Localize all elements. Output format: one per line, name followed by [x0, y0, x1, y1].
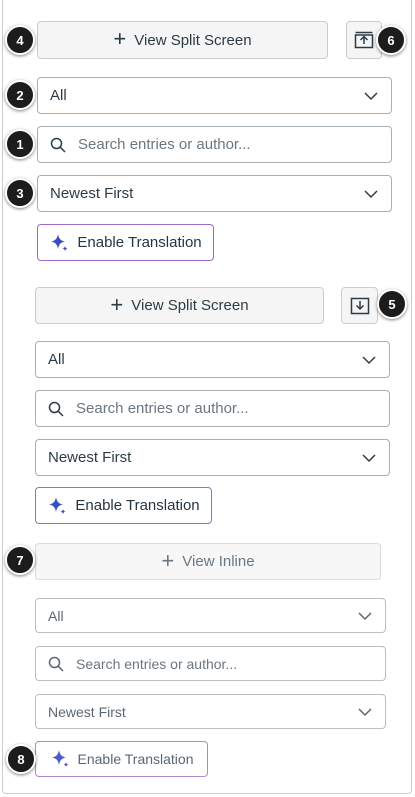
sort-select-value: Newest First — [48, 703, 126, 720]
search-input[interactable] — [74, 654, 373, 673]
view-split-screen-button[interactable]: + View Split Screen — [37, 21, 328, 59]
search-field[interactable] — [35, 646, 386, 681]
sparkle-icon — [49, 496, 66, 514]
upload-icon — [354, 31, 374, 49]
sparkle-icon — [51, 750, 69, 768]
filter-select[interactable]: All — [37, 77, 392, 114]
callout-badge-1: 1 — [5, 129, 35, 159]
filter-select[interactable]: All — [35, 341, 390, 378]
search-field[interactable] — [37, 126, 392, 163]
enable-translation-button[interactable]: Enable Translation — [35, 487, 212, 524]
enable-translation-label: Enable Translation — [77, 751, 194, 767]
plus-icon: + — [113, 26, 127, 51]
enable-translation-button[interactable]: Enable Translation — [35, 741, 208, 777]
callout-badge-5: 5 — [377, 289, 407, 319]
sort-select-value: Newest First — [48, 449, 132, 466]
search-icon — [50, 137, 66, 153]
callout-badge-6: 6 — [376, 25, 406, 55]
search-input[interactable] — [74, 399, 377, 418]
view-split-screen-label: View Split Screen — [131, 297, 249, 314]
download-icon — [350, 297, 369, 314]
search-input[interactable] — [76, 135, 379, 154]
view-inline-button[interactable]: + View Inline — [35, 543, 381, 580]
callout-badge-2: 2 — [5, 80, 35, 110]
download-button[interactable] — [341, 287, 378, 324]
chevron-down-icon — [362, 355, 376, 364]
sort-select[interactable]: Newest First — [35, 694, 386, 729]
chevron-down-icon — [364, 91, 378, 100]
sort-select[interactable]: Newest First — [37, 175, 392, 212]
callout-badge-7: 7 — [5, 545, 35, 575]
callout-badge-4: 4 — [5, 25, 35, 55]
callout-badge-3: 3 — [5, 178, 35, 208]
view-split-screen-label: View Split Screen — [134, 31, 252, 49]
sort-select-value: Newest First — [50, 185, 134, 202]
chevron-down-icon — [362, 453, 376, 462]
chevron-down-icon — [358, 611, 372, 620]
chevron-down-icon — [358, 707, 372, 716]
filter-select-value: All — [48, 351, 65, 368]
plus-icon: + — [110, 291, 124, 317]
enable-translation-label: Enable Translation — [75, 497, 200, 514]
callout-badge-8: 8 — [6, 744, 36, 774]
view-split-screen-button[interactable]: + View Split Screen — [35, 287, 324, 324]
enable-translation-button[interactable]: Enable Translation — [37, 224, 214, 261]
plus-icon: + — [161, 547, 175, 573]
filter-select-value: All — [48, 607, 64, 624]
filter-select[interactable]: All — [35, 598, 386, 633]
view-inline-label: View Inline — [182, 553, 255, 570]
search-icon — [48, 656, 64, 672]
enable-translation-label: Enable Translation — [77, 234, 202, 251]
sparkle-icon — [51, 233, 68, 251]
chevron-down-icon — [364, 189, 378, 198]
search-field[interactable] — [35, 390, 390, 427]
filter-select-value: All — [50, 87, 67, 104]
sort-select[interactable]: Newest First — [35, 439, 390, 476]
search-icon — [48, 401, 64, 417]
